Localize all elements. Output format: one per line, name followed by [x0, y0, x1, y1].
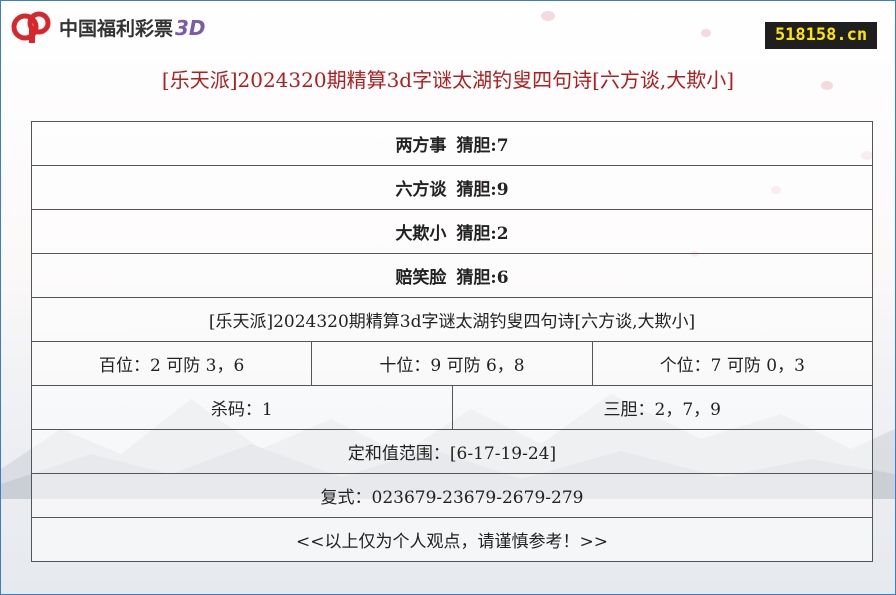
kill-number: 杀码：1 [32, 386, 453, 429]
verse-row: 赔笑脸 猜胆:6 [32, 254, 872, 298]
welfare-lottery-logo-icon [11, 11, 51, 43]
units-position: 个位：7 可防 0，3 [659, 356, 805, 376]
site-badge[interactable]: 518158.cn [765, 22, 877, 49]
tens-position: 十位：9 可防 6，8 [312, 342, 593, 385]
lottery-logo: 中国福利彩票 3D [11, 9, 206, 45]
verse-row: 六方谈 猜胆:9 [32, 166, 872, 210]
logo-3d-suffix: 3D [175, 15, 206, 40]
verse-cell: 赔笑脸 猜胆:6 [32, 254, 872, 297]
verse-guess: 猜胆:6 [456, 268, 509, 288]
verse-guess: 猜胆:2 [456, 224, 509, 244]
disclaimer-row: <<以上仅为个人观点，请谨慎参考！>> [32, 518, 872, 561]
verse-cell: 两方事 猜胆:7 [32, 122, 872, 165]
hundreds-position: 百位：2 可防 3，6 [32, 342, 313, 385]
summary-title-row: [乐天派]2024320期精算3d字谜太湖钓叟四句诗[六方谈,大欺小] [32, 298, 872, 342]
verse-cell: 六方谈 猜胆:9 [32, 166, 872, 209]
verse-phrase: 大欺小 [395, 224, 447, 244]
combo: 复式：023679-23679-2679-279 [320, 488, 584, 508]
verse-guess: 猜胆:9 [456, 180, 509, 200]
three-dan: 三胆：2，7，9 [603, 400, 721, 420]
page-title: [乐天派]2024320期精算3d字谜太湖钓叟四句诗[六方谈,大欺小] [161, 68, 735, 92]
blossom-icon [701, 29, 711, 37]
verse-phrase: 两方事 [395, 136, 447, 156]
logo-text: 中国福利彩票 3D [59, 15, 206, 40]
positions-row: 百位：2 可防 3，6 十位：9 可防 6，8 个位：7 可防 0，3 [32, 342, 872, 386]
blossom-icon [541, 11, 555, 21]
sum-range: 定和值范围：[6-17-19-24] [347, 444, 557, 464]
sum-range-row: 定和值范围：[6-17-19-24] [32, 430, 872, 474]
prediction-table: 两方事 猜胆:7 六方谈 猜胆:9 大欺小 猜胆:2 赔笑脸 猜胆:6 [乐天派]202… [31, 121, 873, 562]
verse-row: 两方事 猜胆:7 [32, 122, 872, 166]
verse-cell: 大欺小 猜胆:2 [32, 210, 872, 253]
disclaimer: <<以上仅为个人观点，请谨慎参考！>> [296, 532, 608, 552]
verse-phrase: 赔笑脸 [395, 268, 447, 288]
verse-phrase: 六方谈 [395, 180, 447, 200]
page: 中国福利彩票 3D 518158.cn [乐天派]2024320期精算3d字谜太湖… [0, 0, 896, 595]
combo-row: 复式：023679-23679-2679-279 [32, 474, 872, 518]
summary-title: [乐天派]2024320期精算3d字谜太湖钓叟四句诗[六方谈,大欺小] [208, 312, 696, 332]
verse-row: 大欺小 猜胆:2 [32, 210, 872, 254]
verse-guess: 猜胆:7 [456, 136, 509, 156]
kill-dan-row: 杀码：1 三胆：2，7，9 [32, 386, 872, 430]
